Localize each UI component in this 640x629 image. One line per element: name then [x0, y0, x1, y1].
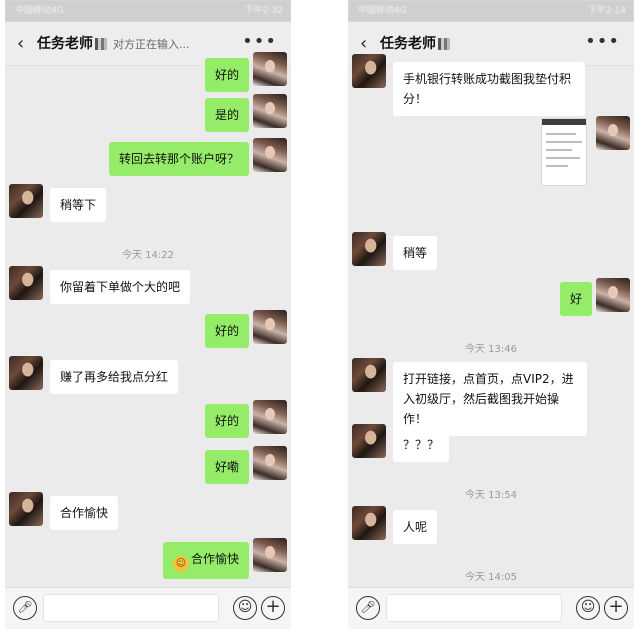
- avatar-self[interactable]: [253, 446, 287, 480]
- emoji-icon[interactable]: ☺: [233, 596, 257, 620]
- smile-emoji-icon: ☺: [173, 556, 189, 572]
- back-arrow-icon[interactable]: ‹: [360, 32, 367, 56]
- message-bubble-in[interactable]: 合作愉快: [50, 496, 119, 530]
- avatar-self[interactable]: [253, 52, 287, 86]
- message-bubble-in[interactable]: 打开链接，点首页，点VIP2，进入初级厅，然后截图我开始操作！: [393, 362, 587, 436]
- message-input[interactable]: [43, 594, 219, 622]
- plus-icon[interactable]: +: [604, 596, 628, 620]
- more-options-icon[interactable]: •••: [585, 32, 620, 52]
- message-bubble-out[interactable]: 好的: [205, 58, 250, 92]
- back-arrow-icon[interactable]: ‹: [17, 32, 24, 56]
- message-input[interactable]: [386, 594, 562, 622]
- avatar-self[interactable]: [253, 138, 287, 172]
- message-bubble-in[interactable]: 稍等: [393, 236, 438, 270]
- input-bar: 🎤︎ ☺ +: [348, 587, 634, 629]
- chat-screen-left: 中国移动4G 下午2:32 ‹ 任务老师 对方正在输入... ••• 好的 是的 …: [5, 0, 291, 629]
- typing-indicator: 对方正在输入...: [113, 38, 190, 51]
- thumb-line: [546, 133, 576, 135]
- contact-name: 任务老师: [380, 36, 436, 52]
- plus-icon[interactable]: +: [261, 596, 285, 620]
- chat-title: 任务老师 对方正在输入...: [37, 33, 190, 56]
- input-bar: 🎤︎ ☺ +: [5, 587, 291, 629]
- message-bubble-out[interactable]: 好的: [205, 404, 250, 438]
- emoji-icon[interactable]: ☺: [576, 596, 600, 620]
- thumb-line: [546, 149, 572, 151]
- avatar-contact[interactable]: [9, 492, 43, 526]
- timestamp: 今天 14:22: [122, 250, 174, 261]
- thumb-header: [542, 119, 586, 125]
- timestamp: 今天 13:54: [465, 490, 517, 501]
- thumb-line: [546, 141, 582, 143]
- message-text: 合作愉快: [191, 552, 240, 566]
- avatar-contact[interactable]: [352, 506, 386, 540]
- thumb-line: [546, 157, 580, 159]
- more-options-icon[interactable]: •••: [242, 32, 277, 52]
- voice-icon[interactable]: 🎤︎: [356, 596, 380, 620]
- message-bubble-in[interactable]: 手机银行转账成功截图我垫付积分！: [393, 62, 585, 116]
- message-bubble-out[interactable]: 是的: [205, 98, 250, 132]
- avatar-contact[interactable]: [9, 356, 43, 390]
- timestamp: 今天 13:46: [465, 344, 517, 355]
- avatar-self[interactable]: [253, 538, 287, 572]
- contact-name: 任务老师: [37, 36, 93, 52]
- message-bubble-out[interactable]: 好: [560, 282, 593, 316]
- pixelated-name-part: [438, 38, 450, 50]
- message-bubble-in[interactable]: 赚了再多给我点分红: [50, 360, 179, 394]
- carrier-label: 中国移动4G: [15, 6, 64, 16]
- chat-title: 任务老师: [380, 33, 450, 55]
- chat-header: ‹ 任务老师 •••: [348, 22, 634, 66]
- voice-icon[interactable]: 🎤︎: [13, 596, 37, 620]
- clock-label: 下午2:14: [587, 6, 626, 16]
- avatar-contact[interactable]: [352, 54, 386, 88]
- message-bubble-out[interactable]: 转回去转那个账户呀？: [109, 142, 250, 176]
- avatar-self[interactable]: [253, 400, 287, 434]
- avatar-self[interactable]: [253, 94, 287, 128]
- carrier-label: 中国移动4G: [358, 6, 407, 16]
- clock-label: 下午2:32: [244, 6, 283, 16]
- avatar-contact[interactable]: [9, 266, 43, 300]
- message-bubble-in[interactable]: 人呢: [393, 510, 438, 544]
- image-message-thumbnail[interactable]: [541, 118, 587, 186]
- avatar-self[interactable]: [596, 278, 630, 312]
- message-bubble-out[interactable]: ☺ 合作愉快: [163, 542, 250, 579]
- avatar-self[interactable]: [596, 116, 630, 150]
- avatar-contact[interactable]: [352, 232, 386, 266]
- avatar-contact[interactable]: [352, 358, 386, 392]
- thumb-line: [546, 165, 568, 167]
- avatar-contact[interactable]: [9, 184, 43, 218]
- message-bubble-in[interactable]: 你留着下单做个大的吧: [50, 270, 191, 304]
- status-bar: 中国移动4G 下午2:14: [348, 0, 634, 22]
- message-bubble-out[interactable]: 好嘞: [205, 450, 250, 484]
- pixelated-name-part: [95, 38, 107, 50]
- avatar-contact[interactable]: [352, 424, 386, 458]
- message-bubble-in[interactable]: 稍等下: [50, 188, 107, 222]
- status-bar: 中国移动4G 下午2:32: [5, 0, 291, 22]
- message-bubble-out[interactable]: 好的: [205, 314, 250, 348]
- timestamp: 今天 14:05: [465, 572, 517, 583]
- chat-screen-right: 中国移动4G 下午2:14 ‹ 任务老师 ••• 手机银行转账成功截图我垫付积分…: [348, 0, 634, 629]
- avatar-self[interactable]: [253, 310, 287, 344]
- message-bubble-in[interactable]: ？？？: [393, 428, 450, 462]
